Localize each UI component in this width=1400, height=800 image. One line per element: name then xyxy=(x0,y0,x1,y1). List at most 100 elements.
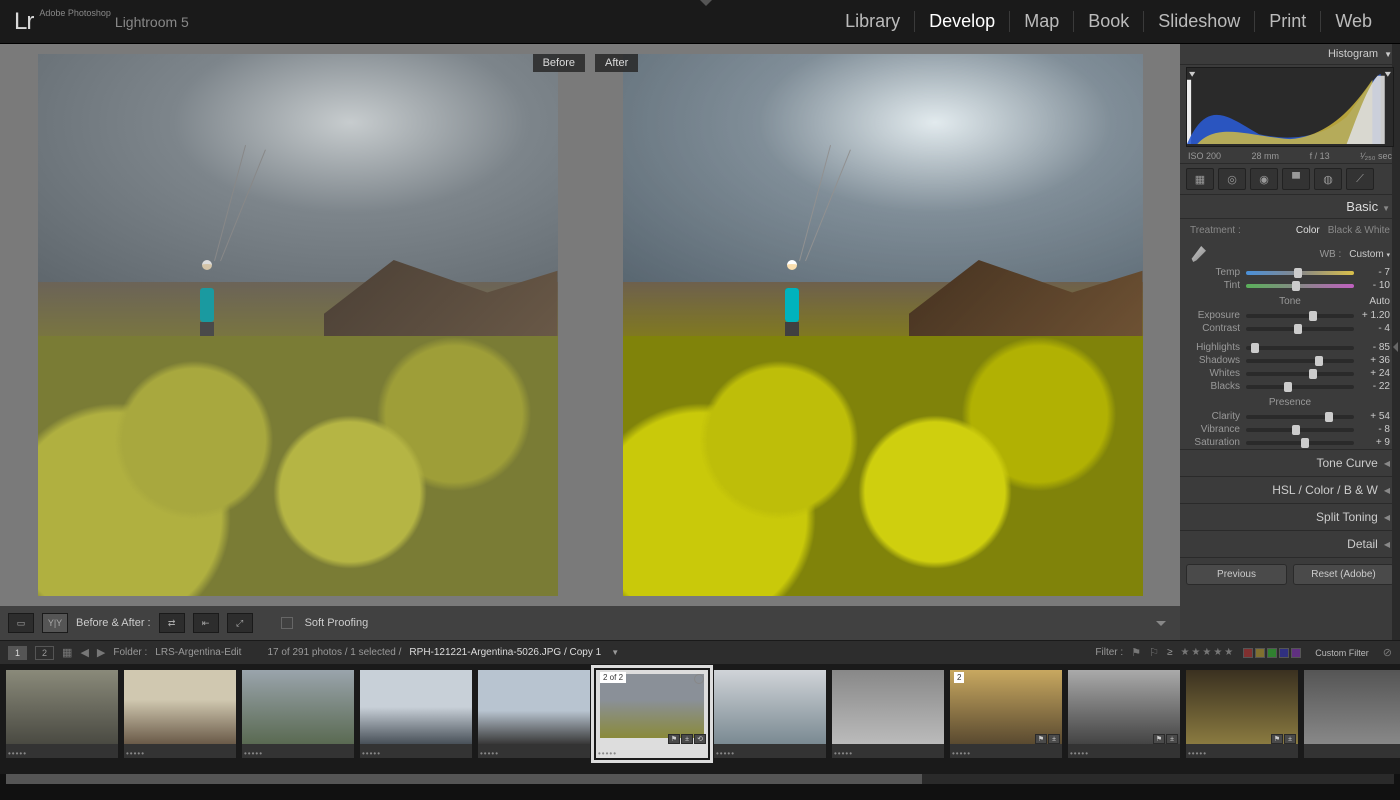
filmstrip-thumb[interactable]: ••••• xyxy=(832,670,944,758)
whites-value[interactable]: + 24 xyxy=(1360,368,1390,379)
grid-view-icon[interactable]: ▦ xyxy=(62,646,72,659)
whites-slider[interactable] xyxy=(1246,372,1354,376)
brush-tool-icon[interactable]: ⟋ xyxy=(1346,168,1374,190)
top-panel-collapse-icon[interactable] xyxy=(700,0,712,6)
thumb-sync-icon[interactable]: ± xyxy=(1284,734,1296,744)
redeye-tool-icon[interactable]: ◉ xyxy=(1250,168,1278,190)
flag-reject-icon[interactable]: ⚐ xyxy=(1149,646,1159,659)
module-web[interactable]: Web xyxy=(1321,11,1386,32)
color-label-filter[interactable] xyxy=(1243,648,1301,658)
exposure-slider[interactable] xyxy=(1246,314,1354,318)
saturation-slider[interactable] xyxy=(1246,441,1354,445)
clarity-value[interactable]: + 54 xyxy=(1360,411,1390,422)
filmstrip-thumb[interactable]: ••••• xyxy=(478,670,590,758)
thumb-flag-icon[interactable]: ⚑ xyxy=(1035,734,1047,744)
filmstrip-thumb[interactable]: •••••⚑± xyxy=(1186,670,1298,758)
loupe-view: Before After ▭ Y|Y Before & After : ⇄ ⇤ … xyxy=(0,44,1180,640)
highlights-value[interactable]: - 85 xyxy=(1360,342,1390,353)
filmstrip-scrollbar[interactable] xyxy=(6,774,1394,784)
thumb-sync-icon[interactable]: ± xyxy=(1166,734,1178,744)
filter-label: Filter : xyxy=(1095,647,1123,658)
blacks-slider[interactable] xyxy=(1246,385,1354,389)
saturation-value[interactable]: + 9 xyxy=(1360,437,1390,448)
tint-slider[interactable] xyxy=(1246,284,1354,288)
rating-filter[interactable]: ★★★★★ xyxy=(1180,647,1235,658)
thumb-flag-icon[interactable]: ⚑ xyxy=(668,734,680,744)
exposure-value[interactable]: + 1.20 xyxy=(1360,310,1390,321)
contrast-slider[interactable] xyxy=(1246,327,1354,331)
flag-pick-icon[interactable]: ⚑ xyxy=(1131,646,1141,659)
hsl-color-b-w-panel-header[interactable]: HSL / Color / B & W◀ xyxy=(1180,476,1400,503)
crop-tool-icon[interactable]: ▦ xyxy=(1186,168,1214,190)
clarity-slider[interactable] xyxy=(1246,415,1354,419)
custom-filter-dropdown[interactable]: Custom Filter xyxy=(1309,647,1375,659)
loupe-view-button[interactable]: ▭ xyxy=(8,613,34,633)
previous-button[interactable]: Previous xyxy=(1186,564,1287,585)
filmstrip-thumb[interactable]: ••••• xyxy=(360,670,472,758)
auto-tone-button[interactable]: Auto xyxy=(1369,296,1390,307)
compare-view-button[interactable]: Y|Y xyxy=(42,613,68,633)
thumb-rotate-icon[interactable]: ⟲ xyxy=(694,734,706,744)
before-pane[interactable]: Before xyxy=(10,54,585,596)
thumb-flag-icon[interactable]: ⚑ xyxy=(1153,734,1165,744)
filmstrip-thumb[interactable]: ••••• xyxy=(6,670,118,758)
filmstrip-thumb[interactable] xyxy=(1304,670,1400,758)
histogram-header[interactable]: Histogram▼ xyxy=(1180,44,1400,65)
module-print[interactable]: Print xyxy=(1255,11,1321,32)
thumb-flag-icon[interactable]: ⚑ xyxy=(1271,734,1283,744)
treatment-color[interactable]: Color xyxy=(1296,225,1320,236)
detail-panel-header[interactable]: Detail◀ xyxy=(1180,530,1400,557)
grad-filter-icon[interactable]: ▀ xyxy=(1282,168,1310,190)
copy-before-button[interactable]: ⇤ xyxy=(193,613,219,633)
module-develop[interactable]: Develop xyxy=(915,11,1010,32)
local-adjust-toolstrip: ▦ ◎ ◉ ▀ ◍ ⟋ xyxy=(1180,163,1400,195)
blacks-value[interactable]: - 22 xyxy=(1360,381,1390,392)
filmstrip-thumb[interactable]: •••••2⚑± xyxy=(950,670,1062,758)
basic-panel-header[interactable]: Basic▼ xyxy=(1180,195,1400,219)
thumb-sync-icon[interactable]: ± xyxy=(681,734,693,744)
thumb-image xyxy=(1304,670,1400,744)
spot-tool-icon[interactable]: ◎ xyxy=(1218,168,1246,190)
thumb-rating: ••••• xyxy=(362,749,381,758)
main-window-button[interactable]: 1 xyxy=(8,646,27,660)
contrast-value[interactable]: - 4 xyxy=(1360,323,1390,334)
thumb-sync-icon[interactable]: ± xyxy=(1048,734,1060,744)
temp-slider[interactable] xyxy=(1246,271,1354,275)
module-map[interactable]: Map xyxy=(1010,11,1074,32)
histogram[interactable] xyxy=(1186,67,1394,147)
module-library[interactable]: Library xyxy=(831,11,915,32)
nav-back-icon[interactable]: ◀ xyxy=(80,646,88,659)
shadows-slider[interactable] xyxy=(1246,359,1354,363)
swap-before-after-button[interactable]: ⇄ xyxy=(159,613,185,633)
tint-value[interactable]: - 10 xyxy=(1360,280,1390,291)
shadows-value[interactable]: + 36 xyxy=(1360,355,1390,366)
vibrance-value[interactable]: - 8 xyxy=(1360,424,1390,435)
radial-filter-icon[interactable]: ◍ xyxy=(1314,168,1342,190)
copy-after-button[interactable]: ⤢ xyxy=(227,613,253,633)
split-toning-panel-header[interactable]: Split Toning◀ xyxy=(1180,503,1400,530)
filmstrip-thumb[interactable]: •••••2 of 2⚑±⟲ xyxy=(596,670,708,758)
wb-eyedropper-icon[interactable] xyxy=(1190,246,1206,262)
filter-lock-icon[interactable]: ⊘ xyxy=(1383,646,1392,659)
filmstrip-thumb[interactable]: ••••• xyxy=(242,670,354,758)
toolbar-options-icon[interactable] xyxy=(1156,621,1166,626)
tone-curve-panel-header[interactable]: Tone Curve◀ xyxy=(1180,449,1400,476)
module-slideshow[interactable]: Slideshow xyxy=(1144,11,1255,32)
wb-preset-dropdown[interactable]: Custom ▾ xyxy=(1349,249,1390,260)
contrast-slider-row: Contrast- 4 xyxy=(1180,322,1400,335)
nav-fwd-icon[interactable]: ▶ xyxy=(97,646,105,659)
folder-name[interactable]: LRS-Argentina-Edit xyxy=(155,647,241,658)
treatment-bw[interactable]: Black & White xyxy=(1328,225,1390,236)
filmstrip-thumb[interactable]: ••••• xyxy=(714,670,826,758)
soft-proofing-checkbox[interactable] xyxy=(281,617,293,629)
reset-button[interactable]: Reset (Adobe) xyxy=(1293,564,1394,585)
filmstrip-thumb[interactable]: •••••⚑± xyxy=(1068,670,1180,758)
second-window-button[interactable]: 2 xyxy=(35,646,54,660)
highlights-slider[interactable] xyxy=(1246,346,1354,350)
filmstrip-thumb[interactable]: ••••• xyxy=(124,670,236,758)
after-pane[interactable]: After xyxy=(595,54,1170,596)
module-book[interactable]: Book xyxy=(1074,11,1144,32)
thumb-image xyxy=(1186,670,1298,744)
temp-value[interactable]: - 7 xyxy=(1360,267,1390,278)
vibrance-slider[interactable] xyxy=(1246,428,1354,432)
